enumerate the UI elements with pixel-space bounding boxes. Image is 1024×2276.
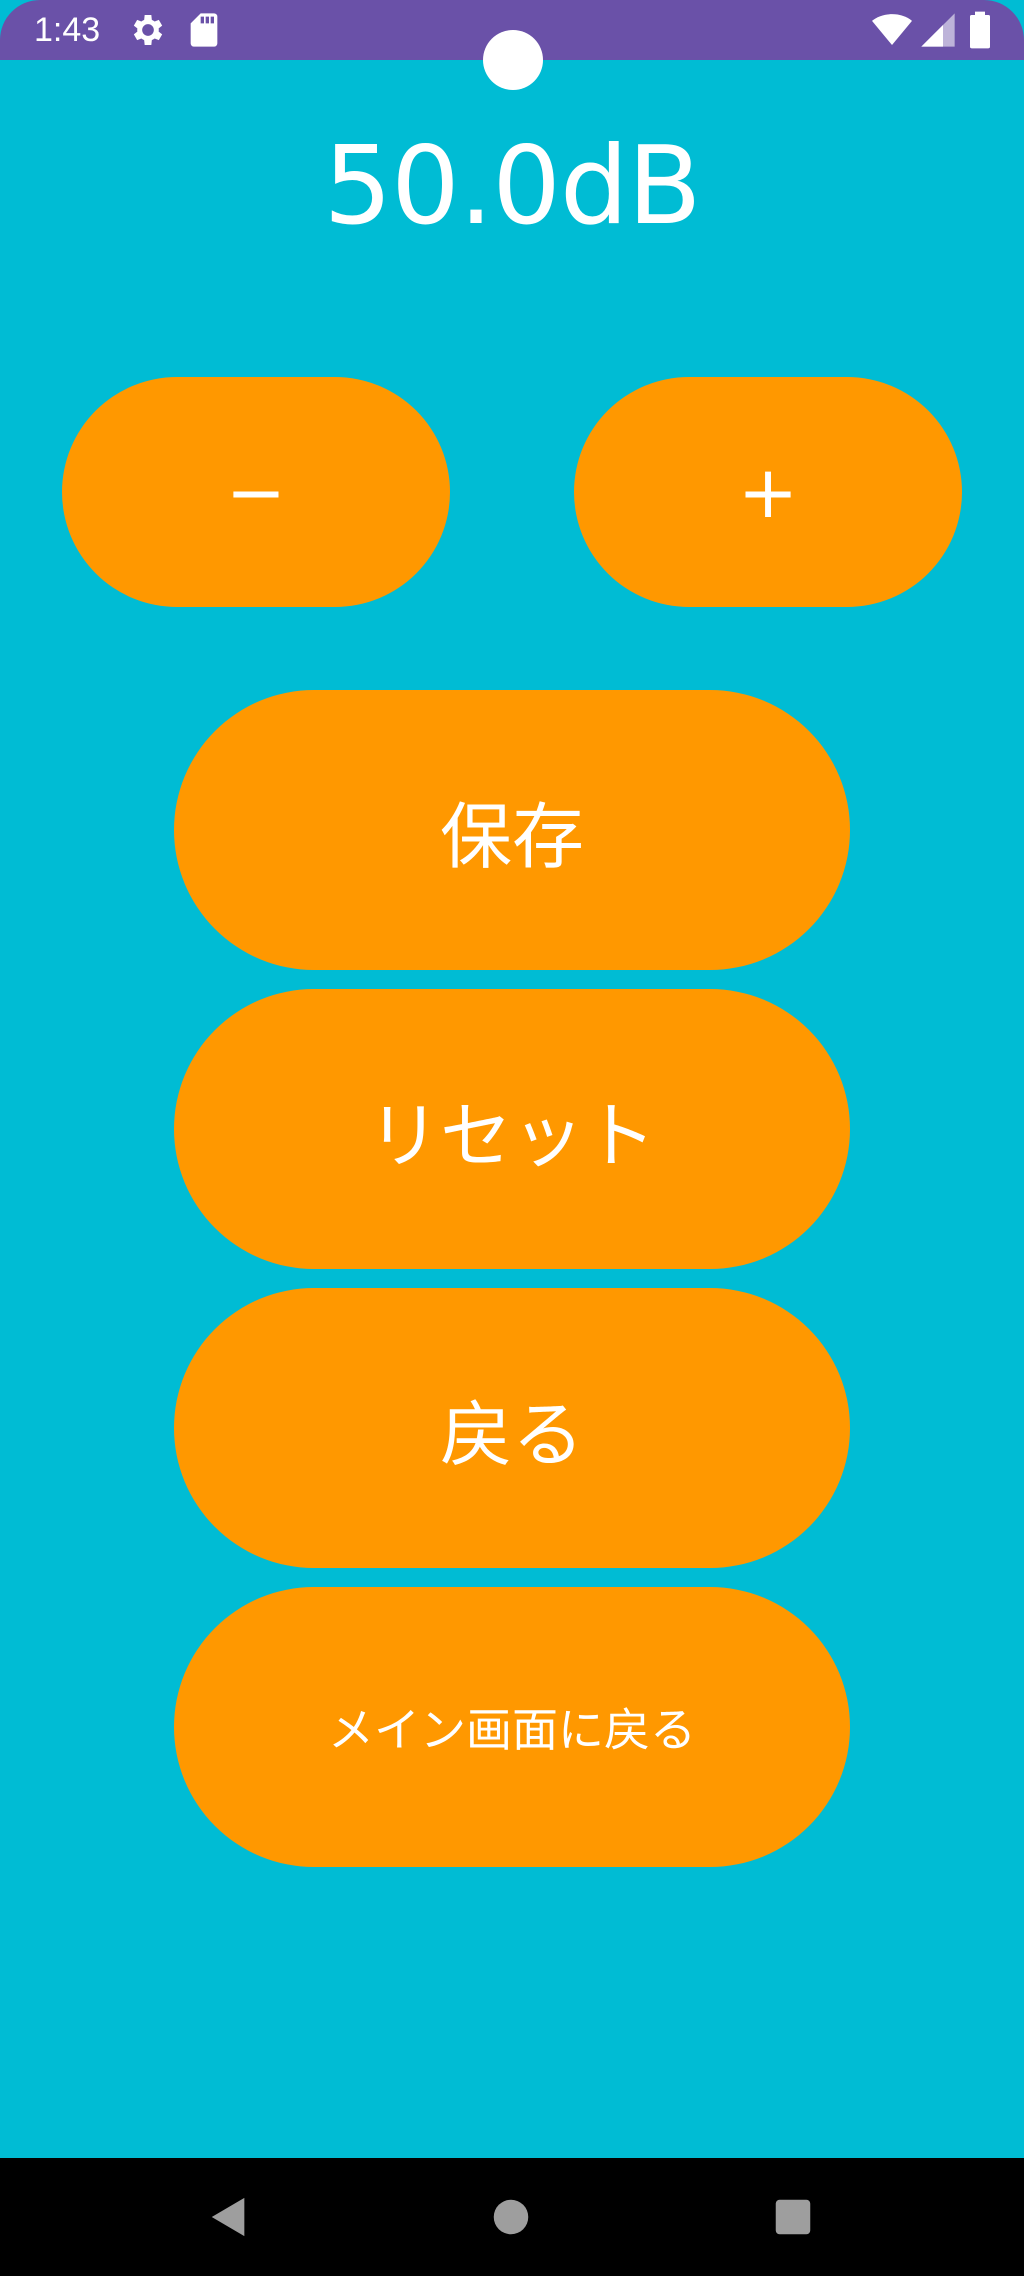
- back-button[interactable]: 戻る: [174, 1288, 850, 1568]
- recents-square-icon[interactable]: [770, 2194, 816, 2240]
- app-screen: 1:43 50.0dB − + 保存 リセット 戻る メイン画面に戻る: [0, 0, 1024, 2276]
- status-time: 1:43: [34, 11, 101, 49]
- navigation-bar: [0, 2158, 1024, 2276]
- decrease-button[interactable]: −: [62, 377, 450, 607]
- back-to-main-button[interactable]: メイン画面に戻る: [174, 1587, 850, 1867]
- reset-button[interactable]: リセット: [174, 989, 850, 1269]
- home-circle-icon[interactable]: [488, 2194, 534, 2240]
- back-triangle-icon[interactable]: [206, 2194, 252, 2240]
- sd-card-icon: [184, 10, 224, 50]
- increase-button[interactable]: +: [574, 377, 962, 607]
- signal-icon: [918, 10, 958, 50]
- save-button[interactable]: 保存: [174, 690, 850, 970]
- wifi-icon: [872, 10, 912, 50]
- battery-icon: [960, 10, 1000, 50]
- gear-icon: [128, 10, 168, 50]
- camera-cutout: [483, 30, 543, 90]
- decibel-readout: 50.0dB: [323, 124, 701, 249]
